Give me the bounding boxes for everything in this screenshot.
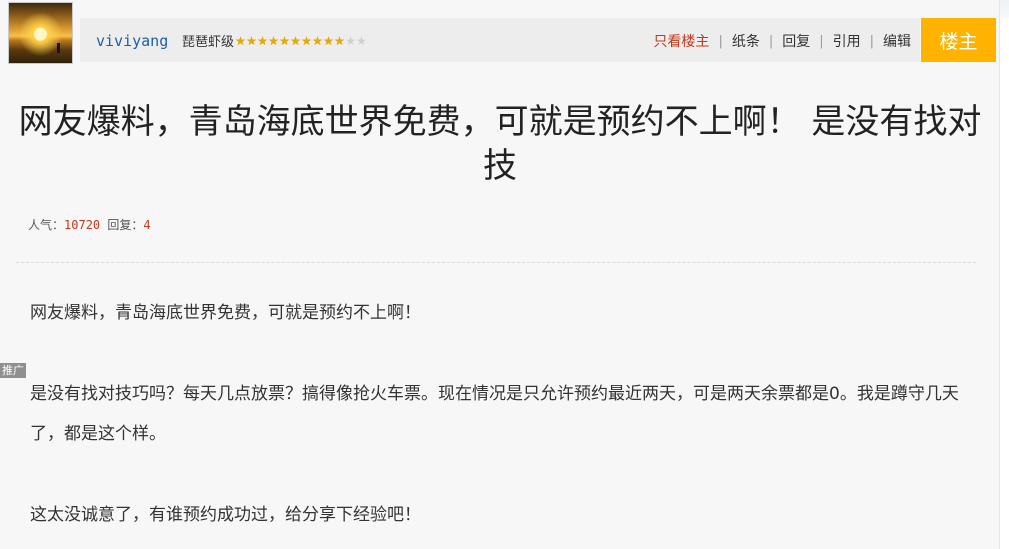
edit-link[interactable]: 编辑 — [883, 31, 911, 51]
star-filled-icon: ★ — [279, 33, 290, 48]
star-filled-icon: ★ — [334, 33, 345, 48]
note-link[interactable]: 纸条 — [732, 31, 760, 51]
post-paragraph: 这太没诚意了，有谁预约成功过，给分享下经验吧！ — [30, 505, 421, 525]
star-filled-icon: ★ — [257, 33, 268, 48]
only-owner-link[interactable]: 只看楼主 — [653, 31, 709, 51]
replies-count: 4 — [143, 218, 151, 232]
star-empty-icon: ★ — [356, 33, 367, 48]
promo-tag[interactable]: 推广 — [0, 363, 26, 378]
avatar-figure — [57, 43, 60, 53]
views-label: 人气： — [28, 218, 65, 232]
quote-link[interactable]: 引用 — [833, 31, 861, 51]
star-filled-icon: ★ — [312, 33, 323, 48]
username-link[interactable]: viviyang — [96, 32, 168, 50]
owner-badge: 楼主 — [921, 18, 996, 62]
avatar[interactable] — [8, 2, 73, 64]
star-empty-icon: ★ — [345, 33, 356, 48]
post-paragraph: 网友爆料，青岛海底世界免费，可就是预约不上啊！ — [30, 303, 421, 323]
post-container: viviyang 琵琶虾级 ★ ★ ★ ★ ★ ★ ★ ★ ★ ★ ★ ★ 只看楼主 | 纸条 | 回… — [0, 0, 1000, 549]
reply-link[interactable]: 回复 — [782, 31, 810, 51]
level-stars: ★ ★ ★ ★ ★ ★ ★ ★ ★ ★ ★ ★ — [235, 34, 367, 48]
separator: | — [869, 33, 874, 49]
separator: | — [718, 33, 723, 49]
star-filled-icon: ★ — [290, 33, 301, 48]
star-filled-icon: ★ — [268, 33, 279, 48]
separator: | — [819, 33, 824, 49]
level-label: 琵琶虾级 — [182, 35, 235, 50]
divider — [16, 262, 976, 263]
user-level: 琵琶虾级 ★ ★ ★ ★ ★ ★ ★ ★ ★ ★ ★ ★ — [182, 31, 367, 51]
star-filled-icon: ★ — [301, 33, 312, 48]
separator: | — [768, 33, 774, 49]
views-count: 10720 — [64, 218, 101, 232]
post-title: 网友爆料，青岛海底世界免费，可就是预约不上啊！ 是没有找对技 — [18, 102, 982, 186]
post-actions: 只看楼主 | 纸条 | 回复 | 引用 | 编辑 — [653, 31, 911, 51]
post-paragraph: 是没有找对技巧吗？每天几点放票？搞得像抢火车票。现在情况是只允许预约最近两天，可… — [30, 384, 959, 444]
star-filled-icon: ★ — [323, 33, 334, 48]
post-stats: 人气：10720 回复：4 — [28, 216, 151, 233]
star-filled-icon: ★ — [235, 33, 246, 48]
replies-label: 回复： — [107, 218, 144, 232]
star-filled-icon: ★ — [246, 33, 257, 48]
